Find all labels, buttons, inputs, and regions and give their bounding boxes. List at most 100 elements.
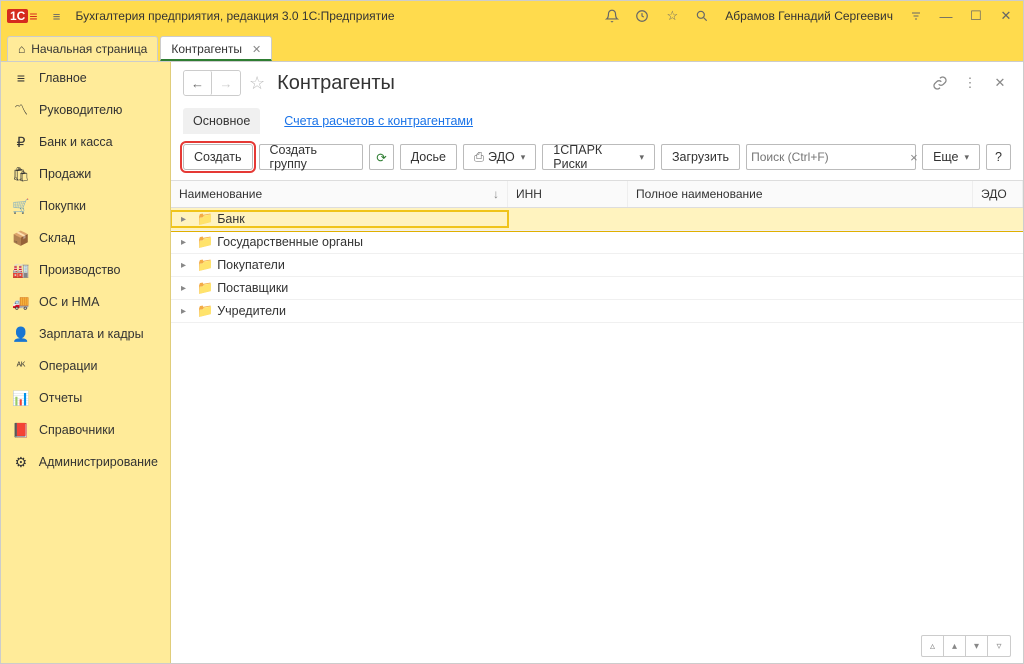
app-title: Бухгалтерия предприятия, редакция 3.0 1С… <box>76 9 395 23</box>
nav-down-icon[interactable]: ▾ <box>966 636 988 656</box>
filter-icon[interactable] <box>905 5 927 27</box>
nav-first-icon[interactable]: ▵ <box>922 636 944 656</box>
user-name[interactable]: Абрамов Геннадий Сергеевич <box>725 9 893 23</box>
bars-icon: 📊 <box>13 390 29 406</box>
spark-button[interactable]: 1СПАРК Риски▾ <box>542 144 655 170</box>
expander-icon[interactable]: ▸ <box>181 214 193 225</box>
sidebar: ≡Главное 〽Руководителю ₽Банк и касса 🛍Пр… <box>1 62 171 663</box>
sidebar-item-manager[interactable]: 〽Руководителю <box>1 94 170 126</box>
edo-button[interactable]: ⎙ЭДО▾ <box>463 144 536 170</box>
sidebar-item-main[interactable]: ≡Главное <box>1 62 170 94</box>
column-inn[interactable]: ИНН <box>508 181 628 207</box>
table-row[interactable]: ▸ 📁 Покупатели <box>171 254 1023 277</box>
titlebar: 1C≡ ≡ Бухгалтерия предприятия, редакция … <box>1 1 1023 31</box>
bell-icon[interactable] <box>601 5 623 27</box>
page-title: Контрагенты <box>277 72 395 95</box>
column-name[interactable]: Наименование ↓ <box>171 181 508 207</box>
sidebar-item-catalogs[interactable]: 📕 Справочники <box>1 414 170 446</box>
nav-buttons: ← → <box>183 70 241 96</box>
help-button[interactable]: ? <box>986 144 1011 170</box>
nav-last-icon[interactable]: ▿ <box>988 636 1010 656</box>
minimize-icon[interactable]: — <box>935 5 957 27</box>
subtab-accounts[interactable]: Счета расчетов с контрагентами <box>274 108 483 134</box>
more-button[interactable]: Еще ▾ <box>922 144 980 170</box>
sidebar-item-production[interactable]: 🏭Производство <box>1 254 170 286</box>
star-icon[interactable]: ☆ <box>661 5 683 27</box>
button-label: Еще <box>933 150 958 164</box>
maximize-icon[interactable]: ☐ <box>965 5 987 27</box>
search-icon[interactable] <box>691 5 713 27</box>
table-row[interactable]: ▸📁Государственные органы <box>171 231 1023 254</box>
table-row[interactable]: ▸📁Учредители <box>171 300 1023 323</box>
clear-icon[interactable]: × <box>906 150 922 165</box>
column-fullname[interactable]: Полное наименование <box>628 181 973 207</box>
chart-icon: 〽 <box>13 102 29 118</box>
ruble-icon: ₽ <box>13 134 29 150</box>
sidebar-item-label: Склад <box>39 231 75 245</box>
tab-contractors[interactable]: Контрагенты ✕ <box>160 36 272 61</box>
expander-icon[interactable]: ▸ <box>181 237 193 248</box>
history-icon[interactable] <box>631 5 653 27</box>
link-icon[interactable] <box>929 72 951 94</box>
kebab-icon[interactable]: ⋮ <box>959 72 981 94</box>
load-button[interactable]: Загрузить <box>661 144 740 170</box>
row-label: Банк <box>217 212 245 226</box>
button-label: Создать <box>194 150 242 164</box>
search-field[interactable] <box>751 150 906 164</box>
sidebar-item-salary[interactable]: 👤 Зарплата и кадры <box>1 318 170 350</box>
create-button[interactable]: Создать <box>183 144 253 170</box>
table-header: Наименование ↓ ИНН Полное наименование ЭД… <box>171 180 1023 208</box>
sidebar-item-label: Покупки <box>39 199 86 213</box>
sidebar-item-sales[interactable]: 🛍Продажи <box>1 158 170 190</box>
folder-icon: 📁 <box>197 257 213 273</box>
chevron-down-icon: ▾ <box>965 152 970 163</box>
list-icon: ≡ <box>13 70 29 86</box>
search-input[interactable]: × <box>746 144 916 170</box>
column-edo[interactable]: ЭДО <box>973 181 1023 207</box>
back-button[interactable]: ← <box>184 71 212 95</box>
refresh-icon: ⟳ <box>376 150 386 165</box>
close-window-icon[interactable]: ✕ <box>995 5 1017 27</box>
sort-icon: ↓ <box>493 187 499 201</box>
book-icon: 📕 <box>13 422 29 438</box>
table-row[interactable]: ▸ 📁 Банк <box>171 208 1023 231</box>
tab-home[interactable]: ⌂ Начальная страница <box>7 36 158 61</box>
tab-home-label: Начальная страница <box>31 42 147 56</box>
menu-icon[interactable]: ≡ <box>46 5 68 27</box>
column-label: Полное наименование <box>636 187 763 201</box>
sidebar-item-admin[interactable]: ⚙Администрирование <box>1 446 170 478</box>
row-label: Покупатели <box>217 258 285 272</box>
row-label: Поставщики <box>217 281 288 295</box>
sidebar-item-bank[interactable]: ₽Банк и касса <box>1 126 170 158</box>
sidebar-item-label: Справочники <box>39 423 115 437</box>
expander-icon[interactable]: ▸ <box>181 283 193 294</box>
person-icon: 👤 <box>13 326 29 342</box>
sidebar-item-label: ОС и НМА <box>39 295 99 309</box>
nav-up-icon[interactable]: ▴ <box>944 636 966 656</box>
column-label: Наименование <box>179 187 262 201</box>
sidebar-item-reports[interactable]: 📊Отчеты <box>1 382 170 414</box>
table-row[interactable]: ▸📁Поставщики <box>171 277 1023 300</box>
sidebar-item-label: Зарплата и кадры <box>39 327 144 341</box>
chevron-down-icon: ▾ <box>521 152 526 163</box>
folder-icon: 📁 <box>197 211 213 227</box>
refresh-button[interactable]: ⟳ <box>369 144 393 170</box>
expander-icon[interactable]: ▸ <box>181 260 193 271</box>
sidebar-item-assets[interactable]: 🚚ОС и НМА <box>1 286 170 318</box>
folder-icon: 📁 <box>197 234 213 250</box>
favorite-icon[interactable]: ☆ <box>249 73 265 94</box>
expander-icon[interactable]: ▸ <box>181 306 193 317</box>
tab-close-icon[interactable]: ✕ <box>252 43 261 56</box>
button-label: Создать группу <box>270 143 353 171</box>
sidebar-item-purchases[interactable]: 🛒Покупки <box>1 190 170 222</box>
dossier-button[interactable]: Досье <box>400 144 457 170</box>
subtab-main[interactable]: Основное <box>183 108 260 134</box>
forward-button[interactable]: → <box>212 71 240 95</box>
close-icon[interactable]: ✕ <box>989 72 1011 94</box>
create-group-button[interactable]: Создать группу <box>259 144 364 170</box>
button-label: Загрузить <box>672 150 729 164</box>
table-body: ▸📁Банк ▸📁Государственные органы ▸📁Покупа… <box>171 208 1023 663</box>
sidebar-item-operations[interactable]: ᴬᴷОперации <box>1 350 170 382</box>
column-label: ИНН <box>516 187 542 201</box>
sidebar-item-warehouse[interactable]: 📦Склад <box>1 222 170 254</box>
